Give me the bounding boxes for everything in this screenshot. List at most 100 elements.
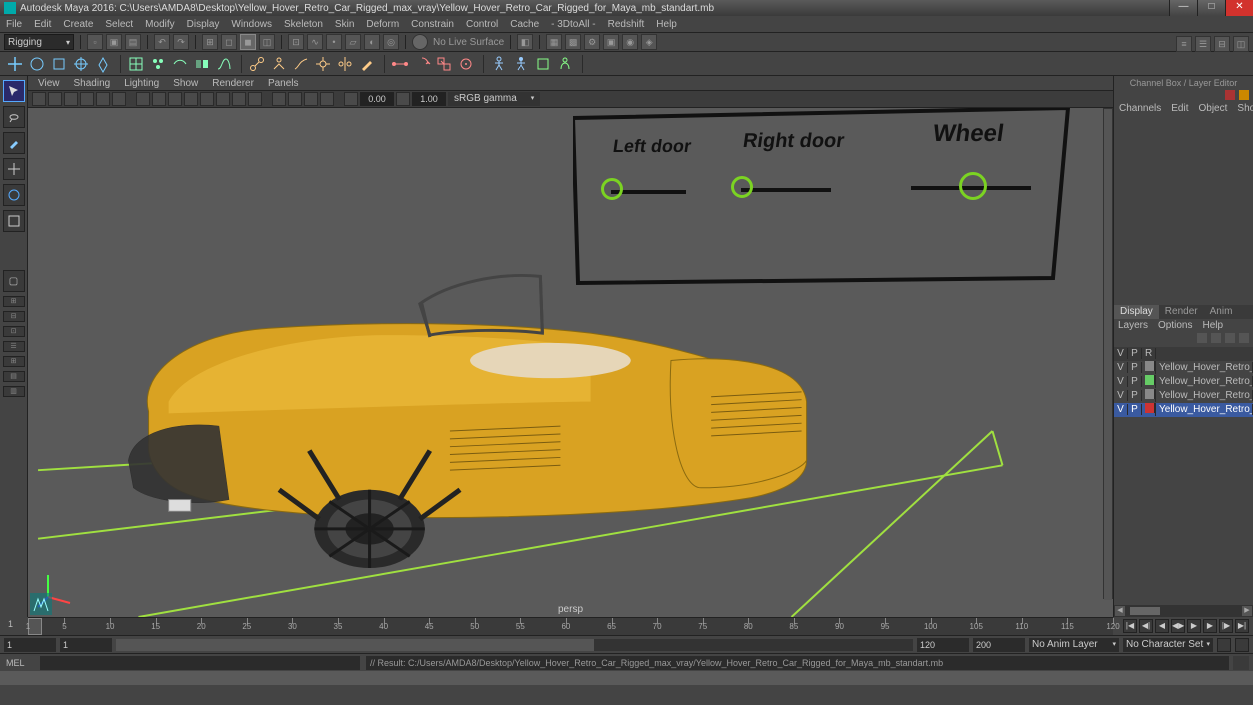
swatch-red[interactable] (1225, 90, 1235, 100)
layer-row[interactable]: VPYellow_Hover_Retro_Car (1114, 361, 1253, 375)
paint-weights-icon[interactable] (358, 55, 376, 73)
render-view-icon[interactable]: ◈ (641, 34, 657, 50)
layer-tab-render[interactable]: Render (1159, 305, 1204, 319)
time-slider[interactable]: 1510152025303540455055606570758085909510… (28, 617, 1113, 635)
shadows-icon[interactable] (200, 92, 214, 106)
scale-tool[interactable] (3, 210, 25, 232)
panel-menu-renderer[interactable]: Renderer (212, 78, 254, 89)
panel-menu-show[interactable]: Show (173, 78, 198, 89)
ik-handle-icon[interactable] (270, 55, 288, 73)
history-toggle-icon[interactable]: ◧ (517, 34, 533, 50)
layout-single[interactable]: ▢ (3, 270, 25, 292)
layer-tab-anim[interactable]: Anim (1204, 305, 1239, 319)
rotate-manip-icon[interactable] (28, 55, 46, 73)
playback-end-field[interactable]: 120 (917, 638, 969, 652)
channel-tab-show[interactable]: Show (1232, 102, 1253, 116)
layer-new-selected-icon[interactable] (1239, 333, 1249, 343)
play-back-button[interactable]: ◀▶ (1171, 619, 1185, 633)
panel-menu-view[interactable]: View (38, 78, 60, 89)
open-scene-icon[interactable]: ▣ (106, 34, 122, 50)
right-door-control[interactable] (731, 176, 753, 198)
select-tool[interactable] (3, 80, 25, 102)
lights-icon[interactable] (184, 92, 198, 106)
layer-scroll-h[interactable]: ◀▶ (1114, 605, 1253, 617)
joint-tool-icon[interactable] (248, 55, 266, 73)
move-tool[interactable] (3, 158, 25, 180)
batch-render-icon[interactable]: ▣ (603, 34, 619, 50)
isolate-icon[interactable] (272, 92, 286, 106)
modeling-toolkit-toggle[interactable]: ◫ (1233, 36, 1249, 52)
go-end-button[interactable]: ▶| (1235, 619, 1249, 633)
orient-joint-icon[interactable] (314, 55, 332, 73)
menu-redshift[interactable]: Redshift (608, 19, 645, 30)
ipr-render-icon[interactable]: ▩ (565, 34, 581, 50)
constraint-aim-icon[interactable] (457, 55, 475, 73)
layer-row[interactable]: VPYellow_Hover_Retro_C: (1114, 403, 1253, 417)
lattice-icon[interactable] (127, 55, 145, 73)
universal-manip-icon[interactable] (72, 55, 90, 73)
command-input[interactable] (40, 656, 360, 670)
select-camera-icon[interactable] (32, 92, 46, 106)
layer-menu-layers[interactable]: Layers (1118, 320, 1148, 332)
step-back-button[interactable]: ◀ (1155, 619, 1169, 633)
layout-two-h[interactable]: ⊟ (3, 311, 25, 322)
blend-icon[interactable] (193, 55, 211, 73)
ik-spline-icon[interactable] (292, 55, 310, 73)
menu-edit[interactable]: Edit (34, 19, 51, 30)
menu-control[interactable]: Control (466, 19, 498, 30)
script-editor-button[interactable] (1233, 656, 1249, 670)
motion-blur-icon[interactable] (232, 92, 246, 106)
snap-point-icon[interactable]: • (326, 34, 342, 50)
menu-select[interactable]: Select (105, 19, 133, 30)
layout-custom1[interactable]: ▤ (3, 371, 25, 382)
layer-row[interactable]: VPYellow_Hover_Retro_C: (1114, 389, 1253, 403)
snap-grid-icon[interactable]: ⊡ (288, 34, 304, 50)
menu-windows[interactable]: Windows (231, 19, 272, 30)
menu-deform[interactable]: Deform (366, 19, 399, 30)
panel-menu-panels[interactable]: Panels (268, 78, 299, 89)
menu-constrain[interactable]: Constrain (411, 19, 454, 30)
quick-rig-icon[interactable] (512, 55, 530, 73)
save-scene-icon[interactable]: ▤ (125, 34, 141, 50)
snap-view-icon[interactable]: ◎ (383, 34, 399, 50)
pivot-icon[interactable] (94, 55, 112, 73)
select-object-icon[interactable]: ◻ (221, 34, 237, 50)
exposure-icon[interactable] (344, 92, 358, 106)
channel-tab-channels[interactable]: Channels (1114, 102, 1166, 116)
textured-icon[interactable] (168, 92, 182, 106)
safe-action-icon[interactable] (112, 92, 126, 106)
menu-create[interactable]: Create (63, 19, 93, 30)
menu-cache[interactable]: Cache (510, 19, 539, 30)
viewport-persp[interactable]: Left door Right door Wheel persp (28, 108, 1113, 617)
colorspace-select[interactable]: sRGB gamma (448, 92, 540, 106)
maximize-button[interactable]: □ (1197, 0, 1225, 16)
redo-icon[interactable]: ↷ (173, 34, 189, 50)
layer-move-up-icon[interactable] (1197, 333, 1207, 343)
anti-alias-icon[interactable] (248, 92, 262, 106)
menu-file[interactable]: File (6, 19, 22, 30)
cluster-icon[interactable] (149, 55, 167, 73)
menu-help[interactable]: Help (656, 19, 677, 30)
exposure-field[interactable]: 0.00 (360, 92, 394, 106)
wheel-control[interactable] (959, 172, 987, 200)
swatch-orange[interactable] (1239, 90, 1249, 100)
select-component-icon[interactable]: ◼ (240, 34, 256, 50)
new-scene-icon[interactable]: ▫ (87, 34, 103, 50)
channel-tab-edit[interactable]: Edit (1166, 102, 1193, 116)
snap-plane-icon[interactable]: ▱ (345, 34, 361, 50)
human-ik-icon[interactable] (490, 55, 508, 73)
menu-display[interactable]: Display (187, 19, 220, 30)
menu-skin[interactable]: Skin (335, 19, 354, 30)
constraint-point-icon[interactable] (391, 55, 409, 73)
range-end-field[interactable]: 200 (973, 638, 1025, 652)
constraint-orient-icon[interactable] (413, 55, 431, 73)
anim-layer-select[interactable]: No Anim Layer (1029, 638, 1119, 652)
step-back-key-button[interactable]: ◀| (1139, 619, 1153, 633)
workspace-mode-select[interactable]: Rigging (4, 34, 74, 50)
shaded-icon[interactable] (152, 92, 166, 106)
rotate-tool[interactable] (3, 184, 25, 206)
select-multi-icon[interactable]: ◫ (259, 34, 275, 50)
ao-icon[interactable] (216, 92, 230, 106)
render-settings-icon[interactable]: ⚙ (584, 34, 600, 50)
layout-four[interactable]: ⊞ (3, 296, 25, 307)
